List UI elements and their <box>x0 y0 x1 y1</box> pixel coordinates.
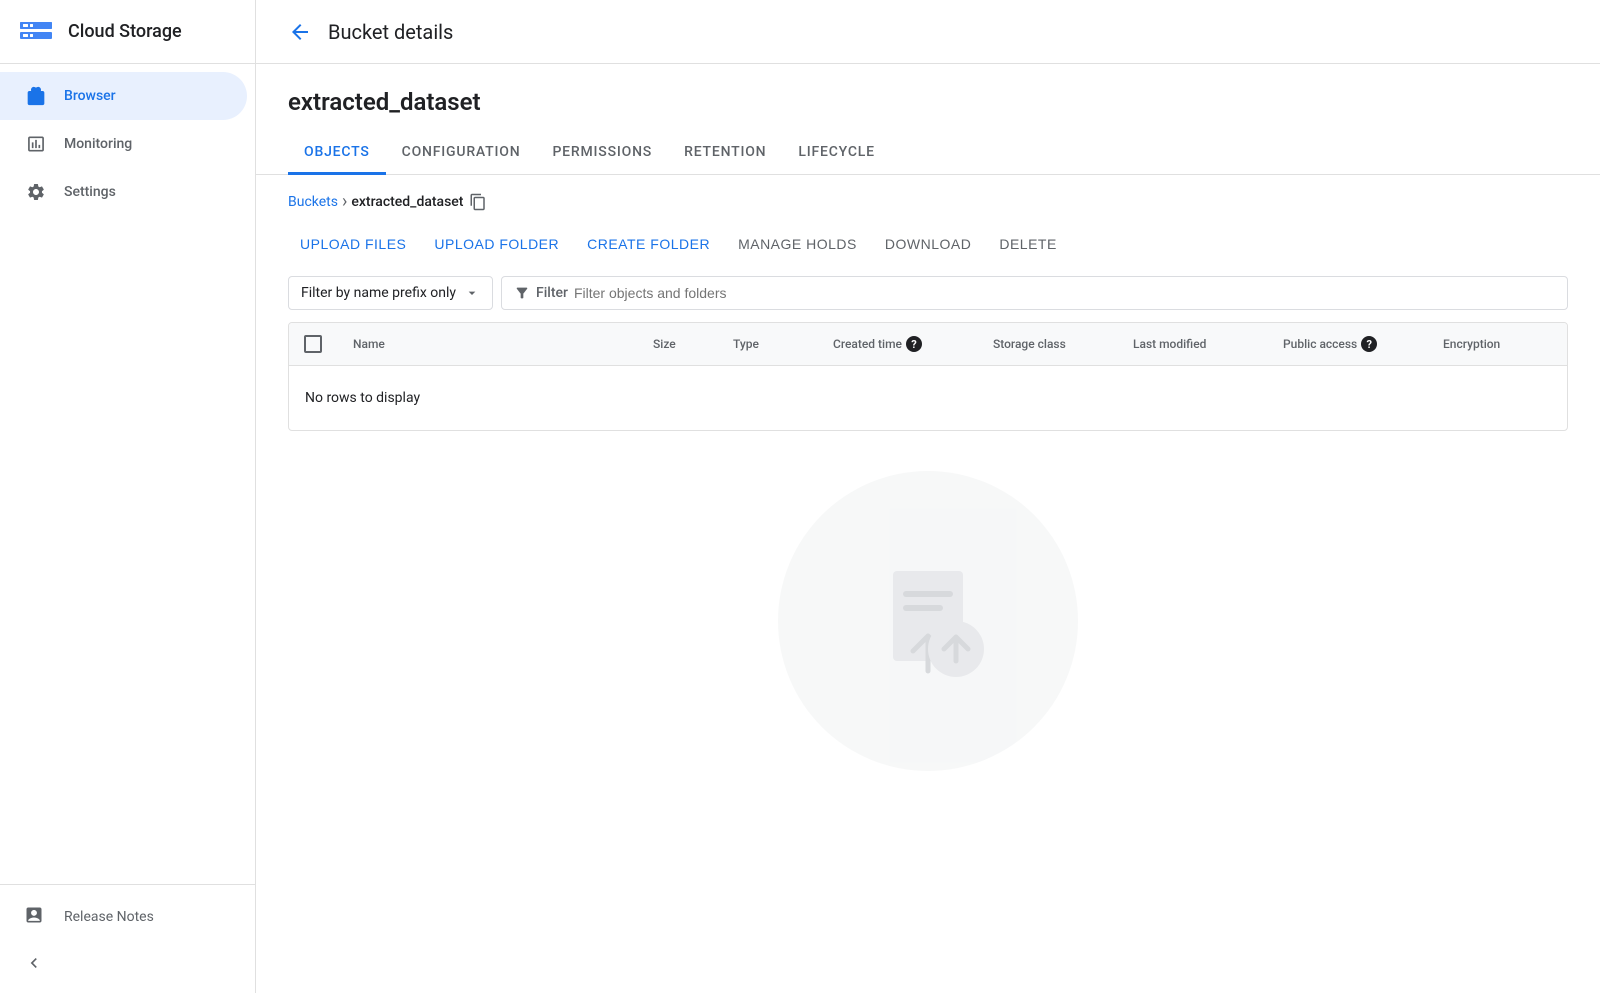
select-all-checkbox[interactable] <box>289 323 337 365</box>
cloud-storage-logo <box>16 12 56 52</box>
bucket-name: extracted_dataset <box>288 88 1568 116</box>
sidebar-footer: Release Notes <box>0 884 255 993</box>
upload-files-button[interactable]: UPLOAD FILES <box>288 228 418 260</box>
filter-dropdown[interactable]: Filter by name prefix only <box>288 276 493 310</box>
column-header-encryption: Encryption <box>1427 325 1567 363</box>
empty-upload-icon <box>848 541 1008 701</box>
breadcrumb: Buckets › extracted_dataset <box>288 191 1568 212</box>
filter-text-label: Filter <box>536 285 568 301</box>
release-notes-label: Release Notes <box>64 909 154 925</box>
app-title: Cloud Storage <box>68 21 182 42</box>
breadcrumb-buckets-link[interactable]: Buckets <box>288 194 338 210</box>
public-access-help-icon[interactable]: ? <box>1361 336 1377 352</box>
column-header-public-access: Public access ? <box>1267 324 1427 364</box>
upload-folder-button[interactable]: UPLOAD FOLDER <box>422 228 571 260</box>
tab-lifecycle[interactable]: LIFECYCLE <box>782 132 890 175</box>
column-header-name: Name <box>337 325 637 363</box>
column-header-created-time: Created time ? <box>817 324 977 364</box>
objects-pane: Buckets › extracted_dataset UPLOAD FILES… <box>256 175 1600 787</box>
column-header-size: Size <box>637 325 717 363</box>
empty-table-message: No rows to display <box>289 366 1567 430</box>
topbar: Bucket details <box>256 0 1600 64</box>
sidebar-item-monitoring-label: Monitoring <box>64 136 132 152</box>
collapse-sidebar-button[interactable] <box>0 941 255 985</box>
content-area: extracted_dataset OBJECTS CONFIGURATION … <box>256 64 1600 993</box>
delete-button[interactable]: DELETE <box>987 228 1068 260</box>
objects-table: Name Size Type Created time ? Storage cl… <box>288 322 1568 431</box>
back-button[interactable] <box>280 12 320 52</box>
download-button[interactable]: DOWNLOAD <box>873 228 983 260</box>
column-header-last-modified: Last modified <box>1117 325 1267 363</box>
breadcrumb-separator: › <box>342 191 347 212</box>
sidebar-item-settings[interactable]: Settings <box>0 168 247 216</box>
copy-bucket-name-button[interactable] <box>469 193 487 211</box>
sidebar-item-settings-label: Settings <box>64 184 116 200</box>
gear-icon <box>24 180 48 204</box>
filter-icon <box>514 285 530 301</box>
sidebar-item-monitoring[interactable]: Monitoring <box>0 120 247 168</box>
table-header: Name Size Type Created time ? Storage cl… <box>289 323 1567 366</box>
created-time-help-icon[interactable]: ? <box>906 336 922 352</box>
checkbox-unchecked <box>304 335 322 353</box>
sidebar-item-browser[interactable]: Browser <box>0 72 247 120</box>
sidebar-nav: Browser Monitoring Settings <box>0 64 255 884</box>
filter-dropdown-label: Filter by name prefix only <box>301 285 456 301</box>
tab-configuration[interactable]: CONFIGURATION <box>386 132 537 175</box>
bucket-header: extracted_dataset <box>256 64 1600 132</box>
actions-bar: UPLOAD FILES UPLOAD FOLDER CREATE FOLDER… <box>288 228 1568 260</box>
sidebar-header: Cloud Storage <box>0 0 255 64</box>
page-title: Bucket details <box>328 20 453 44</box>
sidebar-item-release-notes[interactable]: Release Notes <box>0 893 255 941</box>
empty-state-illustration <box>288 471 1568 771</box>
filter-search-bar: Filter <box>501 276 1568 310</box>
tab-retention[interactable]: RETENTION <box>668 132 782 175</box>
filter-search-input[interactable] <box>574 285 1555 301</box>
main-content: Bucket details extracted_dataset OBJECTS… <box>256 0 1600 993</box>
column-header-type: Type <box>717 325 817 363</box>
tab-permissions[interactable]: PERMISSIONS <box>536 132 668 175</box>
sidebar: Cloud Storage Browser Monitoring <box>0 0 256 993</box>
sidebar-item-browser-label: Browser <box>64 88 116 104</box>
create-folder-button[interactable]: CREATE FOLDER <box>575 228 722 260</box>
tabs-bar: OBJECTS CONFIGURATION PERMISSIONS RETENT… <box>256 132 1600 175</box>
empty-circle <box>778 471 1078 771</box>
breadcrumb-current: extracted_dataset <box>351 194 463 210</box>
monitoring-icon <box>24 132 48 156</box>
manage-holds-button[interactable]: MANAGE HOLDS <box>726 228 869 260</box>
browser-icon <box>24 84 48 108</box>
column-header-storage-class: Storage class <box>977 325 1117 363</box>
tab-objects[interactable]: OBJECTS <box>288 132 386 175</box>
release-notes-icon <box>24 905 48 929</box>
filter-row: Filter by name prefix only Filter <box>288 276 1568 310</box>
